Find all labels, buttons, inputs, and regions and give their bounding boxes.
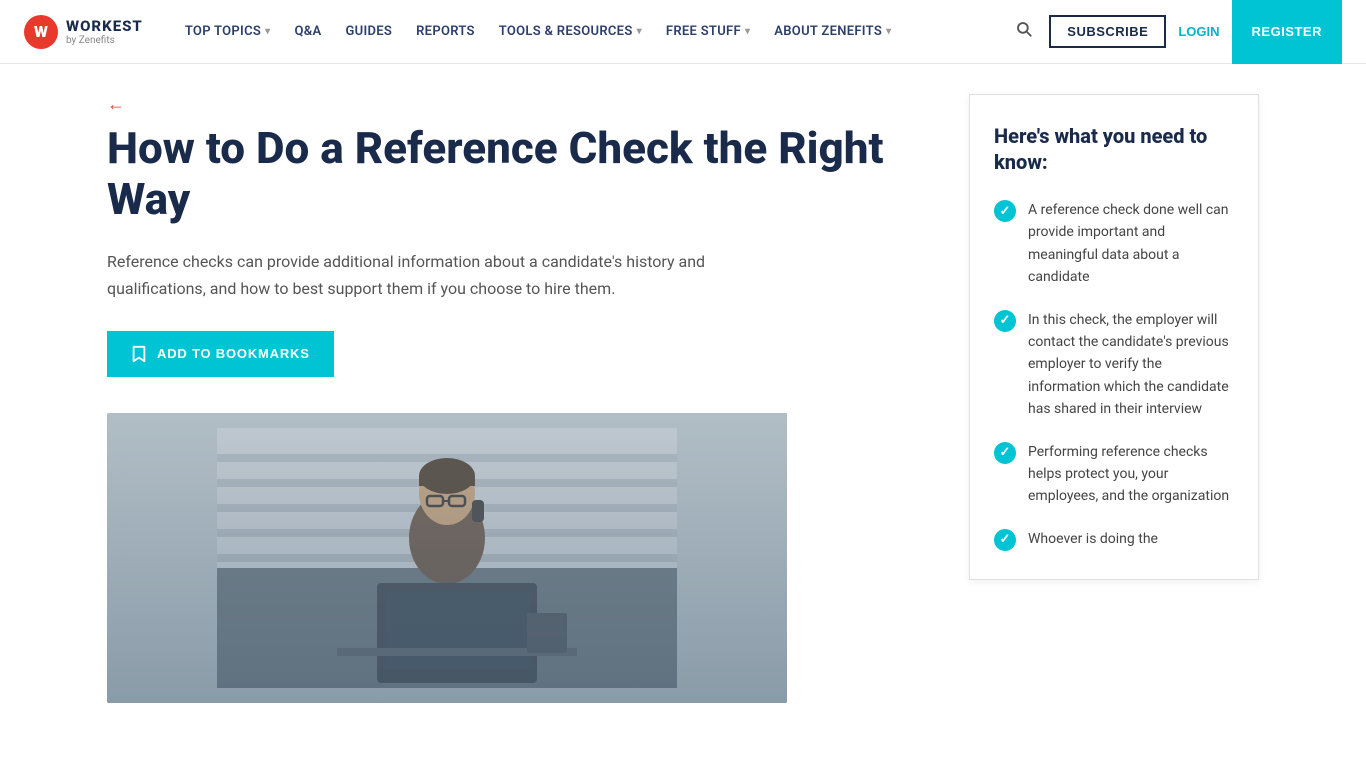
check-icon	[994, 442, 1016, 464]
logo-subtitle: by Zenefits	[66, 35, 143, 46]
page-container: ← How to Do a Reference Check the Right …	[83, 64, 1283, 733]
nav-right: SUBSCRIBE LOGIN REGISTER	[1011, 0, 1342, 64]
check-icon	[994, 529, 1016, 551]
nav-item-reports[interactable]: REPORTS	[406, 18, 485, 45]
register-button[interactable]: REGISTER	[1232, 0, 1342, 64]
checklist-text: Performing reference checks helps protec…	[1028, 441, 1234, 508]
bookmark-icon	[131, 345, 147, 363]
article-intro: Reference checks can provide additional …	[107, 248, 787, 302]
list-item: Performing reference checks helps protec…	[994, 441, 1234, 508]
check-icon	[994, 200, 1016, 222]
list-item: A reference check done well can provide …	[994, 199, 1234, 289]
list-item: In this check, the employer will contact…	[994, 309, 1234, 421]
article-title: How to Do a Reference Check the Right Wa…	[107, 123, 929, 224]
main-nav: W WORKEST by Zenefits TOP TOPICS ▾ Q&A G…	[0, 0, 1366, 64]
sidebar-card: Here's what you need to know: A referenc…	[969, 94, 1259, 580]
nav-item-about[interactable]: ABOUT ZENEFITS ▾	[764, 18, 901, 45]
logo-icon: W	[24, 15, 58, 49]
nav-item-top-topics[interactable]: TOP TOPICS ▾	[175, 18, 281, 45]
nav-item-free-stuff[interactable]: FREE STUFF ▾	[656, 18, 760, 45]
logo[interactable]: W WORKEST by Zenefits	[24, 15, 143, 49]
nav-item-qa[interactable]: Q&A	[284, 18, 331, 45]
chevron-down-icon: ▾	[265, 26, 270, 37]
checklist-text: Whoever is doing the	[1028, 528, 1158, 550]
chevron-down-icon: ▾	[886, 26, 891, 37]
sidebar-heading: Here's what you need to know:	[994, 123, 1234, 175]
checklist: A reference check done well can provide …	[994, 199, 1234, 551]
login-button[interactable]: LOGIN	[1178, 24, 1219, 39]
main-content: ← How to Do a Reference Check the Right …	[107, 94, 929, 703]
chevron-down-icon: ▾	[745, 26, 750, 37]
nav-links: TOP TOPICS ▾ Q&A GUIDES REPORTS TOOLS & …	[175, 18, 1011, 45]
sidebar: Here's what you need to know: A referenc…	[969, 94, 1259, 703]
add-to-bookmarks-button[interactable]: ADD TO BOOKMARKS	[107, 331, 334, 377]
article-hero-image	[107, 413, 787, 703]
chevron-down-icon: ▾	[637, 26, 642, 37]
nav-item-tools[interactable]: TOOLS & RESOURCES ▾	[489, 18, 652, 45]
nav-item-guides[interactable]: GUIDES	[335, 18, 402, 45]
checklist-text: In this check, the employer will contact…	[1028, 309, 1234, 421]
list-item: Whoever is doing the	[994, 528, 1234, 551]
logo-title: WORKEST	[66, 17, 143, 35]
back-arrow[interactable]: ←	[107, 94, 125, 115]
check-icon	[994, 310, 1016, 332]
subscribe-button[interactable]: SUBSCRIBE	[1049, 15, 1166, 48]
search-icon[interactable]	[1011, 16, 1037, 47]
checklist-text: A reference check done well can provide …	[1028, 199, 1234, 289]
